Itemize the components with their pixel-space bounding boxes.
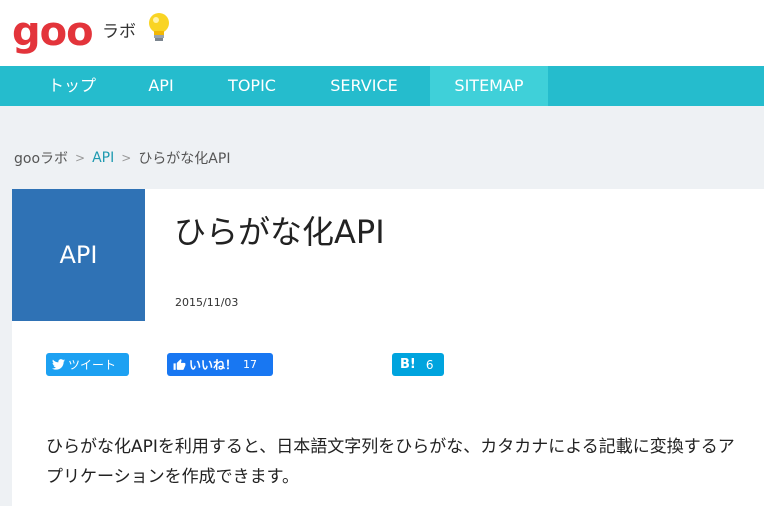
thumbs-up-icon [173,359,186,370]
page-title: ひらがな化API [174,213,385,251]
twitter-icon [52,359,65,370]
breadcrumb-api[interactable]: API [92,150,114,166]
hatena-bookmark-icon: B! [400,357,416,372]
nav-item-top[interactable]: トップ [18,66,126,106]
logo-text: goo [12,9,94,55]
article-thumbnail: API [12,189,145,321]
breadcrumb: gooラボ > API > ひらがな化API [14,148,230,168]
like-count: 17 [243,358,258,371]
chevron-right-icon: > [121,151,132,165]
site-header: goo ラボ [0,0,764,66]
chevron-right-icon: > [75,151,86,165]
nav-item-api[interactable]: API [126,66,196,106]
goo-logo[interactable]: goo [12,8,94,55]
nav-item-topic[interactable]: TOPIC [206,66,298,106]
thumbnail-label: API [59,241,98,269]
article-date: 2015/11/03 [175,296,239,309]
hatena-bookmark-button[interactable]: B! 6 [392,353,444,376]
nav-item-sitemap[interactable]: SITEMAP [430,66,548,106]
main-nav: トップ API TOPIC SERVICE SITEMAP [0,66,764,106]
lab-label[interactable]: ラボ [102,17,136,42]
breadcrumb-current: ひらがな化API [138,151,231,167]
tweet-label: ツイート [68,358,117,372]
like-label: いいね！ [189,358,238,372]
nav-item-service[interactable]: SERVICE [308,66,420,106]
tweet-button[interactable]: ツイート [46,353,129,376]
lightbulb-icon [146,12,172,48]
like-button[interactable]: いいね！ 17 [167,353,273,376]
hatena-count: 6 [425,357,434,372]
breadcrumb-home[interactable]: gooラボ [14,148,68,168]
article-description: ひらがな化APIを利用すると、日本語文字列をひらがな、カタカナによる記載に変換す… [46,437,735,487]
